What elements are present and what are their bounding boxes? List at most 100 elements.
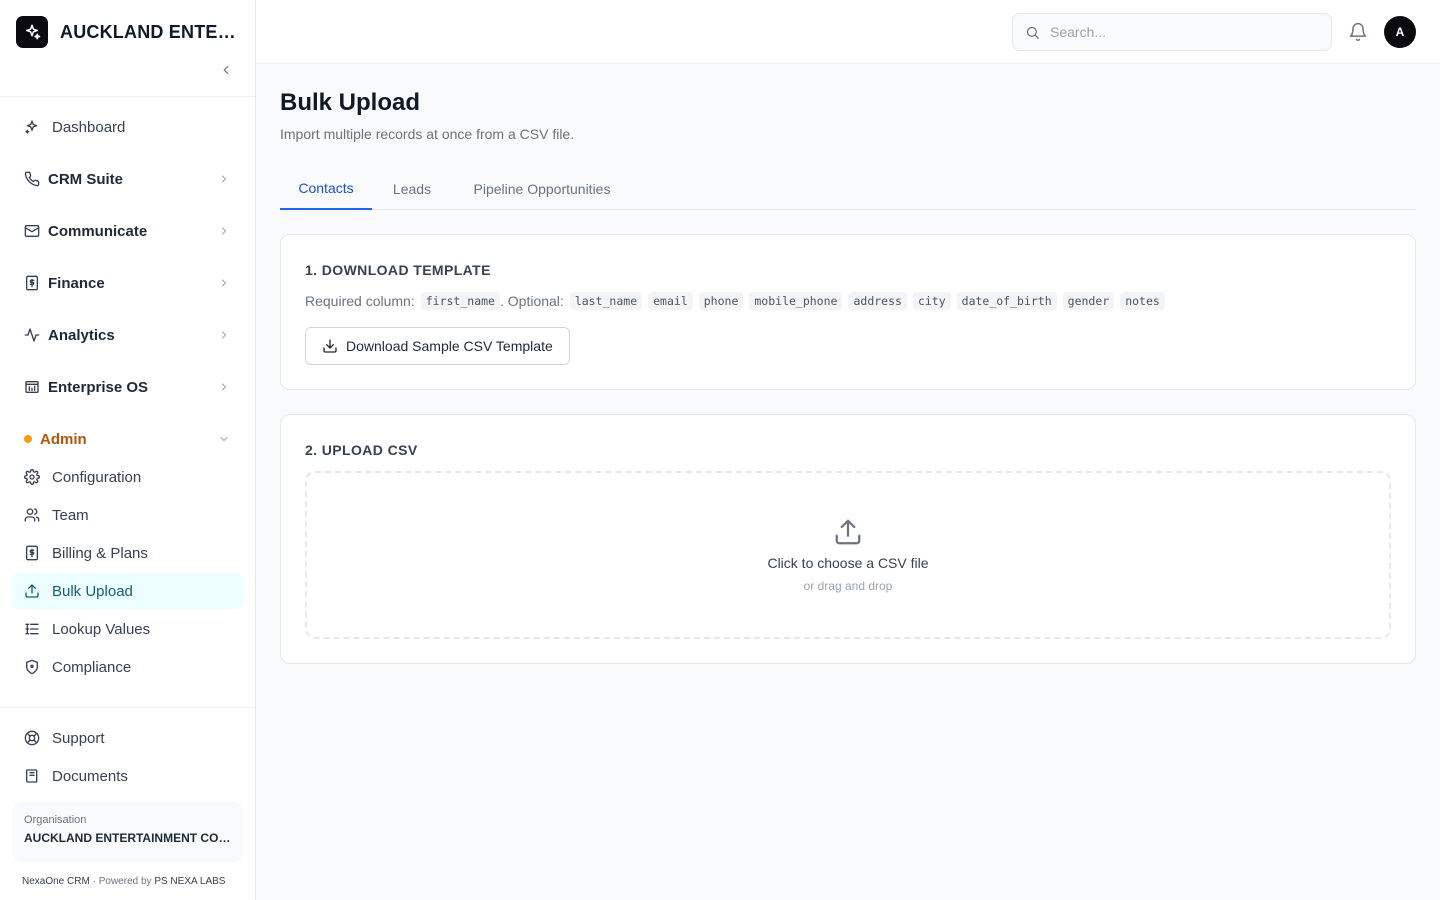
upload-csv-card: 2. UPLOAD CSV Click to choose a CSV file… xyxy=(280,414,1416,664)
company-name: PS NEXA LABS xyxy=(154,876,226,887)
chevron-right-icon xyxy=(217,224,231,238)
sidebar-item-crm-suite[interactable]: CRM Suite xyxy=(12,161,243,197)
column-code: city xyxy=(912,292,951,310)
sidebar-item-compliance[interactable]: Compliance xyxy=(12,649,243,685)
sparkles-icon xyxy=(16,16,48,48)
column-code: phone xyxy=(698,292,744,310)
receipt-icon xyxy=(24,275,40,291)
required-label: Required column: xyxy=(305,293,415,309)
status-dot xyxy=(24,435,32,443)
list-icon xyxy=(24,621,40,637)
column-code: first_name xyxy=(420,292,500,310)
sidebar-divider xyxy=(0,96,255,97)
download-template-button[interactable]: Download Sample CSV Template xyxy=(305,327,570,365)
sidebar-item-support[interactable]: Support xyxy=(12,720,243,756)
organisation-label: Organisation xyxy=(24,814,87,826)
sidebar-item-lookup-values[interactable]: Lookup Values xyxy=(12,611,243,647)
sidebar: AUCKLAND ENTERTAINMENT COMPANY Dashboard… xyxy=(0,0,256,900)
sidebar-item-label: Compliance xyxy=(52,658,132,676)
gear-icon xyxy=(24,469,40,485)
sidebar-item-label: Billing & Plans xyxy=(52,544,148,562)
download-icon xyxy=(323,339,337,353)
sidebar-item-label: Support xyxy=(52,729,105,747)
building-icon xyxy=(24,379,40,395)
lifebuoy-icon xyxy=(24,730,40,746)
topbar: A xyxy=(256,0,1440,64)
tab-leads[interactable]: Leads xyxy=(380,168,444,210)
collapse-sidebar-button[interactable] xyxy=(216,60,236,80)
search-input[interactable] xyxy=(1050,24,1310,40)
optional-label: . Optional: xyxy=(499,293,564,309)
column-code: address xyxy=(848,292,907,310)
avatar[interactable]: A xyxy=(1384,16,1416,48)
sidebar-item-label: Documents xyxy=(52,767,128,785)
sidebar-item-dashboard[interactable]: Dashboard xyxy=(12,109,243,145)
footer-separator: · xyxy=(92,876,96,887)
sidebar-item-label: Dashboard xyxy=(52,118,126,136)
sidebar-item-label: Bulk Upload xyxy=(52,582,133,600)
sidebar-item-finance[interactable]: Finance xyxy=(12,265,243,301)
sidebar-item-billing[interactable]: Billing & Plans xyxy=(12,535,243,571)
download-button-label: Download Sample CSV Template xyxy=(346,338,553,354)
book-icon xyxy=(24,768,40,784)
sidebar-item-communicate[interactable]: Communicate xyxy=(12,213,243,249)
bell-icon[interactable] xyxy=(1348,22,1368,42)
brand-name: AUCKLAND ENTERTAINMENT COMPANY xyxy=(60,21,240,42)
sidebar-item-label: Team xyxy=(52,506,89,524)
card-title: 2. UPLOAD CSV xyxy=(305,442,418,458)
sidebar-item-label: CRM Suite xyxy=(48,170,123,188)
brand[interactable]: AUCKLAND ENTERTAINMENT COMPANY xyxy=(16,16,240,48)
dropzone-title: Click to choose a CSV file xyxy=(767,555,929,571)
organisation-card[interactable]: Organisation AUCKLAND ENTERTAINMENT COMP… xyxy=(12,802,243,862)
sidebar-divider xyxy=(0,707,255,708)
chevron-right-icon xyxy=(217,172,231,186)
sidebar-item-label: Analytics xyxy=(48,326,115,344)
sidebar-item-configuration[interactable]: Configuration xyxy=(12,459,243,495)
csv-dropzone[interactable]: Click to choose a CSV file or drag and d… xyxy=(305,471,1391,639)
sidebar-item-label: Finance xyxy=(48,274,105,292)
sidebar-item-enterprise-os[interactable]: Enterprise OS xyxy=(12,369,243,405)
chevron-right-icon xyxy=(217,380,231,394)
sidebar-item-analytics[interactable]: Analytics xyxy=(12,317,243,353)
column-code: date_of_birth xyxy=(956,292,1057,310)
sidebar-item-label: Configuration xyxy=(52,468,142,486)
sidebar-item-label: Lookup Values xyxy=(52,620,151,638)
dropzone-hint: or drag and drop xyxy=(803,579,893,593)
column-code: last_name xyxy=(569,292,643,310)
column-requirements: Required column: first_name . Optional: … xyxy=(305,292,1168,310)
sidebar-item-bulk-upload[interactable]: Bulk Upload xyxy=(12,573,243,609)
activity-icon xyxy=(24,327,40,343)
column-code: notes xyxy=(1120,292,1165,310)
sidebar-item-team[interactable]: Team xyxy=(12,497,243,533)
organisation-name: AUCKLAND ENTERTAINMENT COMPANY xyxy=(24,831,231,845)
tab-contacts[interactable]: Contacts xyxy=(280,168,372,210)
search-icon xyxy=(1026,26,1039,39)
column-code: gender xyxy=(1062,292,1115,310)
sidebar-group-label: Admin xyxy=(40,430,87,448)
tab-bar: Contacts Leads Pipeline Opportunities xyxy=(280,168,1416,210)
card-title: 1. DOWNLOAD TEMPLATE xyxy=(305,262,491,278)
users-icon xyxy=(24,507,40,523)
sidebar-item-label: Communicate xyxy=(48,222,148,240)
sidebar-footer: NexaOne CRM · Powered by PS NEXA LABS xyxy=(22,876,225,887)
shield-icon xyxy=(24,659,40,675)
page-subtitle: Import multiple records at once from a C… xyxy=(280,126,575,142)
chevron-right-icon xyxy=(217,276,231,290)
column-code: mobile_phone xyxy=(749,292,843,310)
chevron-right-icon xyxy=(217,328,231,342)
column-code: email xyxy=(648,292,693,310)
tab-pipeline-opportunities[interactable]: Pipeline Opportunities xyxy=(460,168,624,210)
powered-by-label: Powered by xyxy=(98,876,152,887)
upload-icon xyxy=(24,583,40,599)
upload-icon xyxy=(835,519,861,545)
sidebar-item-label: Enterprise OS xyxy=(48,378,149,396)
sidebar-item-documents[interactable]: Documents xyxy=(12,758,243,794)
product-name: NexaOne CRM xyxy=(22,876,90,887)
sparkles-icon xyxy=(24,119,40,135)
phone-icon xyxy=(24,171,40,187)
chevron-down-icon xyxy=(217,432,231,446)
page-title: Bulk Upload xyxy=(280,89,421,116)
search-box[interactable] xyxy=(1012,13,1332,51)
receipt-icon xyxy=(24,545,40,561)
sidebar-group-admin[interactable]: Admin xyxy=(12,421,243,457)
